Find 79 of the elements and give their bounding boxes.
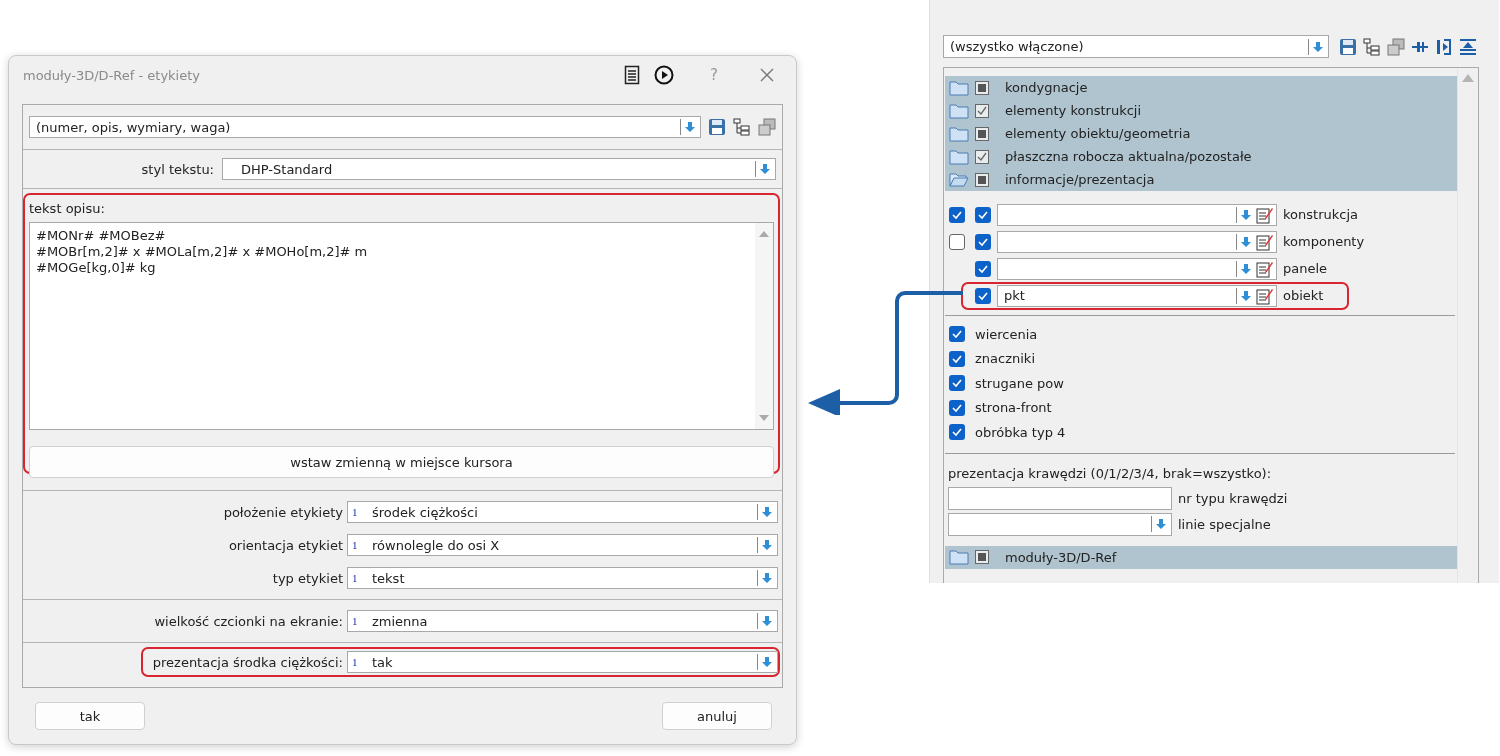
filter-combo[interactable]: (wszystko włączone) [943, 35, 1329, 58]
field-label: styl tekstu: [140, 161, 214, 177]
dropdown-field[interactable] [997, 203, 1277, 226]
checkbox[interactable] [949, 206, 965, 223]
dropdown-field[interactable] [997, 230, 1277, 253]
layer-group[interactable]: moduły-3D/D-Ref [945, 545, 1457, 569]
field-label: typ etykiet [272, 570, 343, 586]
edit-icon[interactable] [1256, 232, 1274, 251]
dropdown-field[interactable]: 1 tekst [347, 567, 778, 589]
down-arrow-icon [761, 506, 773, 518]
ok-button[interactable]: tak [35, 702, 145, 730]
bracket-icon[interactable] [1435, 37, 1453, 56]
checkbox[interactable] [975, 149, 989, 164]
field-label: nr typu krawędzi [1178, 490, 1288, 506]
stack-icon[interactable] [1387, 37, 1405, 56]
down-arrow-icon [761, 539, 773, 551]
input-field[interactable] [948, 486, 1172, 510]
down-arrow-icon [684, 121, 696, 133]
dropdown-field[interactable]: 1 tak [347, 651, 778, 673]
down-arrow-icon [761, 615, 773, 627]
down-arrow-icon [1312, 40, 1324, 53]
edit-icon[interactable] [1256, 286, 1274, 305]
edit-icon[interactable] [1256, 205, 1274, 224]
field-label: orientacja etykiet [228, 537, 343, 553]
field-label: tekst opisu: [29, 201, 106, 216]
checkbox[interactable] [975, 233, 991, 250]
layer-label: konstrukcja [1283, 207, 1358, 222]
dropdown-field[interactable] [948, 512, 1172, 536]
cancel-button[interactable]: anuluj [662, 702, 772, 730]
field-label: położenie etykiety [223, 504, 343, 520]
down-arrow-icon [761, 572, 773, 584]
down-arrow-icon [1240, 262, 1252, 275]
stack-icon[interactable] [758, 118, 776, 136]
option-label: strona-front [975, 400, 1052, 416]
layer-label: obiekt [1283, 288, 1324, 303]
option-label: obróbka typ 4 [975, 424, 1066, 440]
checkbox[interactable] [949, 350, 965, 367]
tree-icon[interactable] [733, 118, 751, 136]
window-title: moduły-3D/D-Ref - etykiety [23, 67, 202, 83]
dropdown-field[interactable] [997, 257, 1277, 280]
option-label: znaczniki [975, 351, 1035, 367]
checkbox[interactable] [975, 260, 991, 277]
preset-combo[interactable]: (numer, opis, wymiary, waga) [29, 116, 701, 138]
close-icon[interactable] [760, 68, 774, 82]
dropdown-field[interactable]: 1 równolegle do osi X [347, 534, 778, 556]
down-arrow-icon [761, 656, 773, 668]
text-style-combo[interactable]: DHP-Standard [222, 158, 776, 180]
field-label: prezentacja środka ciężkości: [152, 654, 343, 670]
down-arrow-icon [1155, 518, 1167, 530]
option-label: strugane pow [975, 375, 1064, 391]
down-arrow-icon [759, 163, 771, 175]
down-arrow-icon [1240, 208, 1252, 221]
dropdown-field[interactable]: pkt [997, 284, 1277, 307]
field-label: wielkość czcionki na ekranie: [154, 613, 343, 629]
field-label: linie specjalne [1178, 516, 1271, 532]
align-top-icon[interactable] [1459, 37, 1477, 56]
section-label: prezentacja krawędzi (0/1/2/3/4, brak=wszystko): [948, 465, 1273, 481]
down-arrow-icon [1240, 289, 1252, 302]
dropdown-field[interactable]: 1 zmienna [347, 610, 778, 632]
option-label: wiercenia [975, 326, 1038, 342]
checkbox[interactable] [975, 287, 991, 304]
down-arrow-icon [1240, 235, 1252, 248]
checkbox[interactable] [975, 103, 989, 118]
dropdown-field[interactable]: 1 środek ciężkości [347, 501, 778, 523]
tree-icon[interactable] [1363, 37, 1381, 56]
layer-label: panele [1283, 261, 1328, 276]
floppy-icon[interactable] [708, 118, 726, 136]
document-icon[interactable] [624, 65, 641, 85]
checkbox[interactable] [949, 233, 965, 250]
insert-variable-button[interactable]: wstaw zmienną w miejsce kursora [29, 446, 774, 478]
checkbox[interactable] [949, 399, 965, 416]
play-icon[interactable] [654, 65, 675, 85]
layer-label: komponenty [1283, 234, 1365, 249]
checkbox[interactable] [949, 424, 965, 441]
checkbox[interactable] [975, 206, 991, 223]
checkbox[interactable] [949, 326, 965, 343]
floppy-icon[interactable] [1339, 37, 1357, 56]
checkbox[interactable] [949, 375, 965, 392]
edit-icon[interactable] [1256, 259, 1274, 278]
